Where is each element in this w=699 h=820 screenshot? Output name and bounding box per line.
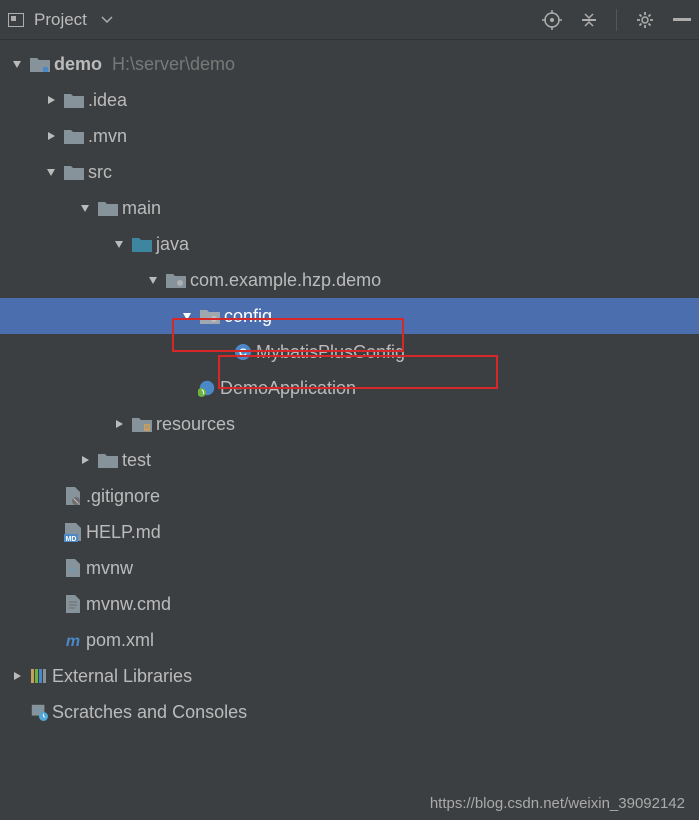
maven-file-icon: m (64, 630, 82, 650)
gear-icon[interactable] (635, 10, 655, 30)
tree-label: test (122, 450, 151, 471)
expand-arrow-icon[interactable] (110, 419, 128, 429)
tree-item-pomxml[interactable]: m pom.xml (0, 622, 699, 658)
tree-label: pom.xml (86, 630, 154, 651)
minimize-icon[interactable] (673, 18, 691, 22)
tree-item-helpmd[interactable]: MD HELP.md (0, 514, 699, 550)
dropdown-arrow-icon[interactable] (101, 11, 113, 29)
svg-text:>: > (70, 565, 75, 575)
tree-item-mybatis[interactable]: C MybatisPlusConfig (0, 334, 699, 370)
scratches-icon: > (30, 702, 48, 722)
tree-label: .gitignore (86, 486, 160, 507)
svg-text:m: m (66, 633, 80, 649)
expand-arrow-icon[interactable] (76, 203, 94, 213)
tree-item-mvnw[interactable]: > mvnw (0, 550, 699, 586)
expand-arrow-icon[interactable] (110, 239, 128, 249)
tree-label: demo (54, 54, 102, 75)
tree-label: resources (156, 414, 235, 435)
collapse-icon[interactable] (580, 11, 598, 29)
tree-item-java[interactable]: java (0, 226, 699, 262)
tree-label: main (122, 198, 161, 219)
file-icon (64, 486, 82, 506)
tree-label: java (156, 234, 189, 255)
expand-arrow-icon[interactable] (8, 671, 26, 681)
tree-label: mvnw (86, 558, 133, 579)
project-tree: demo H:\server\demo .idea .mvn src main … (0, 40, 699, 730)
expand-arrow-icon[interactable] (76, 455, 94, 465)
tree-item-gitignore[interactable]: .gitignore (0, 478, 699, 514)
tree-label: mvnw.cmd (86, 594, 171, 615)
tree-label: HELP.md (86, 522, 161, 543)
package-icon (166, 272, 186, 288)
expand-arrow-icon[interactable] (42, 95, 60, 105)
expand-arrow-icon[interactable] (42, 167, 60, 177)
project-label[interactable]: Project (34, 10, 87, 30)
module-folder-icon (30, 56, 50, 72)
expand-arrow-icon[interactable] (144, 275, 162, 285)
resources-folder-icon (132, 416, 152, 432)
folder-icon (98, 200, 118, 216)
expand-arrow-icon[interactable] (178, 311, 196, 321)
tree-item-mvnwcmd[interactable]: mvnw.cmd (0, 586, 699, 622)
tree-label: com.example.hzp.demo (190, 270, 381, 291)
project-toolbar: Project (0, 0, 699, 40)
file-icon (64, 594, 82, 614)
folder-icon (64, 128, 84, 144)
tree-label: .idea (88, 90, 127, 111)
tree-item-mvn[interactable]: .mvn (0, 118, 699, 154)
package-icon (200, 308, 220, 324)
tree-label: MybatisPlusConfig (256, 342, 405, 363)
tree-label: src (88, 162, 112, 183)
folder-icon (64, 92, 84, 108)
tree-item-package[interactable]: com.example.hzp.demo (0, 262, 699, 298)
expand-arrow-icon[interactable] (8, 59, 26, 69)
expand-arrow-icon[interactable] (42, 131, 60, 141)
tree-item-resources[interactable]: resources (0, 406, 699, 442)
tree-item-demo[interactable]: demo H:\server\demo (0, 46, 699, 82)
watermark: https://blog.csdn.net/weixin_39092142 (430, 795, 685, 812)
markdown-file-icon: MD (64, 522, 82, 542)
folder-icon (64, 164, 84, 180)
class-icon: C (234, 342, 252, 362)
tree-label: config (224, 306, 272, 327)
svg-text:MD: MD (66, 536, 77, 542)
toolbar-divider (616, 9, 617, 31)
tree-item-src[interactable]: src (0, 154, 699, 190)
project-view-icon (8, 13, 24, 27)
tree-label: External Libraries (52, 666, 192, 687)
tree-label: .mvn (88, 126, 127, 147)
target-icon[interactable] (542, 10, 562, 30)
tree-label: Scratches and Consoles (52, 702, 247, 723)
tree-item-demoapp[interactable]: DemoApplication (0, 370, 699, 406)
svg-text:>: > (36, 706, 41, 715)
source-folder-icon (132, 236, 152, 252)
folder-icon (98, 452, 118, 468)
file-icon: > (64, 558, 82, 578)
tree-item-idea[interactable]: .idea (0, 82, 699, 118)
tree-item-main[interactable]: main (0, 190, 699, 226)
svg-text:C: C (239, 347, 247, 359)
tree-label: DemoApplication (220, 378, 356, 399)
spring-class-icon (198, 378, 216, 398)
tree-item-external-libraries[interactable]: External Libraries (0, 658, 699, 694)
tree-item-scratches[interactable]: > Scratches and Consoles (0, 694, 699, 730)
tree-path: H:\server\demo (112, 54, 235, 75)
tree-item-config[interactable]: config (0, 298, 699, 334)
tree-item-test[interactable]: test (0, 442, 699, 478)
libraries-icon (30, 666, 48, 686)
